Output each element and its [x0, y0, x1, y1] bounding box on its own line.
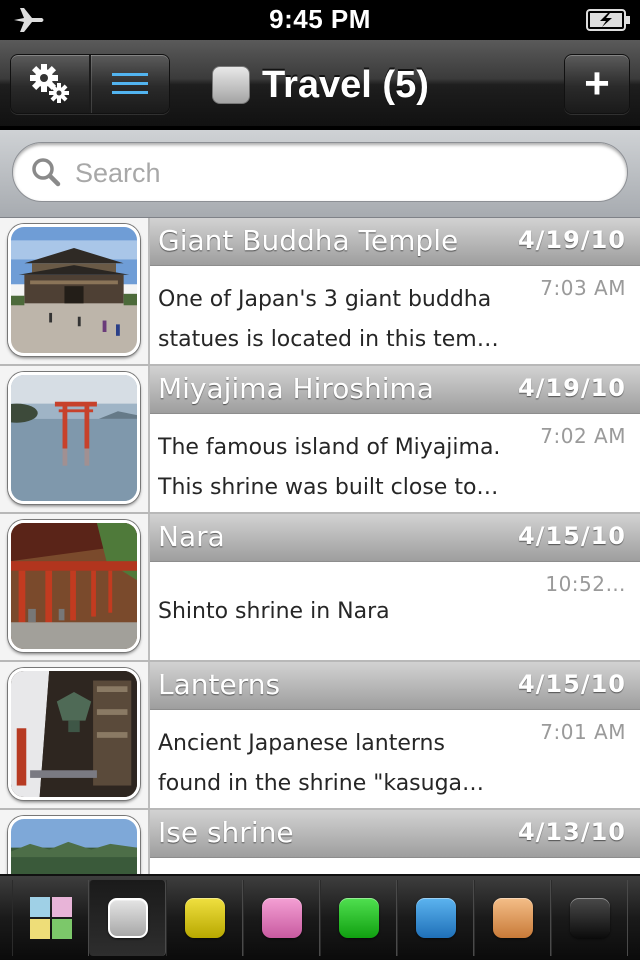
search-field[interactable]: [12, 142, 628, 202]
entry-header: Nara 4/15/10: [150, 514, 640, 562]
gray-category-icon: [107, 898, 148, 938]
list-icon: [112, 73, 148, 94]
entry-header: Ise shrine 4/13/10: [150, 810, 640, 858]
entry-time: 10:52…: [545, 572, 626, 596]
black-category-icon: [569, 898, 610, 938]
entry-preview: Ancient Japanese lanterns found in the s…: [158, 724, 528, 804]
entry-date: 4/19/10: [517, 226, 626, 254]
entry-preview-line: Ancient Japanese lanterns: [158, 731, 445, 756]
thumbnail-cell: [0, 514, 150, 660]
entry-date: 4/15/10: [517, 522, 626, 550]
settings-button[interactable]: [11, 55, 89, 113]
toolbar-segment: [10, 54, 170, 114]
entry-list[interactable]: Giant Buddha Temple 4/19/10 7:03 AM One …: [0, 218, 640, 874]
entry-preview-line: Shinto shrine in Nara: [158, 599, 390, 624]
tab-pink[interactable]: [243, 880, 320, 956]
entry-preview: One of Japan's 3 giant buddha statues is…: [158, 280, 528, 360]
thumbnail-forest: [8, 816, 140, 874]
list-item[interactable]: Ise shrine 4/13/10: [0, 810, 640, 874]
thumbnail-torii: [8, 372, 140, 504]
tab-gray[interactable]: [89, 880, 166, 956]
list-item[interactable]: Giant Buddha Temple 4/19/10 7:03 AM One …: [0, 218, 640, 366]
list-view-button[interactable]: [89, 55, 169, 113]
blue-category-icon: [415, 898, 456, 938]
entry-time: 7:03 AM: [540, 276, 626, 300]
tab-blue[interactable]: [397, 880, 474, 956]
entry-title: Miyajima Hiroshima: [158, 372, 434, 405]
category-color-swatch: [212, 66, 250, 104]
entry-body: 7:01 AM Ancient Japanese lanterns found …: [150, 710, 640, 808]
entry-body: 10:52… Shinto shrine in Nara: [150, 562, 640, 660]
entry-preview-line: One of Japan's 3 giant buddha: [158, 287, 492, 312]
search-icon: [32, 158, 61, 187]
entry-title: Lanterns: [158, 668, 281, 701]
search-input[interactable]: [75, 151, 595, 195]
entry-body: 7:02 AM The famous island of Miyajima. T…: [150, 414, 640, 512]
list-item[interactable]: Miyajima Hiroshima 4/19/10 7:02 AM The f…: [0, 366, 640, 514]
add-entry-button[interactable]: +: [564, 54, 630, 114]
page-title: Travel (5): [262, 63, 429, 106]
entry-date: 4/15/10: [517, 670, 626, 698]
tab-all[interactable]: [12, 880, 89, 956]
thumbnail-cell: [0, 810, 150, 874]
thumbnail-cell: [0, 662, 150, 808]
entry-preview: Shinto shrine in Nara: [158, 592, 528, 632]
orange-category-icon: [492, 898, 533, 938]
nav-title-group: Travel (5): [212, 63, 429, 107]
battery-icon: [586, 9, 630, 31]
entry-title: Nara: [158, 520, 225, 553]
list-item[interactable]: Lanterns 4/15/10 7:01 AM Ancient Japanes…: [0, 662, 640, 810]
entry-date: 4/19/10: [517, 374, 626, 402]
entry-header: Miyajima Hiroshima 4/19/10: [150, 366, 640, 414]
thumbnail-shrine: [8, 520, 140, 652]
entry-body: [150, 858, 640, 874]
entry-title: Ise shrine: [158, 816, 294, 849]
tab-yellow[interactable]: [166, 880, 243, 956]
search-bar: [0, 130, 640, 218]
entry-header: Lanterns 4/15/10: [150, 662, 640, 710]
status-time: 9:45 PM: [269, 4, 371, 34]
entry-date: 4/13/10: [517, 818, 626, 846]
entry-time: 7:01 AM: [540, 720, 626, 744]
entry-preview-line: The famous island of Miyajima.: [158, 435, 501, 460]
entry-preview-line: found in the shrine "kasuga…: [158, 771, 485, 796]
yellow-category-icon: [184, 898, 225, 938]
tab-orange[interactable]: [474, 880, 551, 956]
entry-header: Giant Buddha Temple 4/19/10: [150, 218, 640, 266]
gears-icon: [30, 64, 69, 103]
tab-green[interactable]: [320, 880, 397, 956]
entry-body: 7:03 AM One of Japan's 3 giant buddha st…: [150, 266, 640, 364]
thumbnail-cell: [0, 366, 150, 512]
all-categories-icon: [29, 897, 72, 939]
tab-black[interactable]: [551, 880, 628, 956]
entry-time: 7:02 AM: [540, 424, 626, 448]
thumbnail-temple: [8, 224, 140, 356]
list-item[interactable]: Nara 4/15/10 10:52… Shinto shrine in Nar…: [0, 514, 640, 662]
entry-title: Giant Buddha Temple: [158, 224, 459, 257]
entry-preview: The famous island of Miyajima. This shri…: [158, 428, 528, 508]
green-category-icon: [338, 898, 379, 938]
status-bar: 9:45 PM: [0, 0, 640, 40]
thumbnail-lanterns: [8, 668, 140, 800]
entry-preview-line: This shrine was built close to…: [158, 475, 499, 500]
category-tab-bar: [0, 874, 640, 960]
entry-preview-line: statues is located in this tem…: [158, 327, 499, 352]
pink-category-icon: [261, 898, 302, 938]
nav-bar: Travel (5) +: [0, 40, 640, 128]
thumbnail-cell: [0, 218, 150, 364]
